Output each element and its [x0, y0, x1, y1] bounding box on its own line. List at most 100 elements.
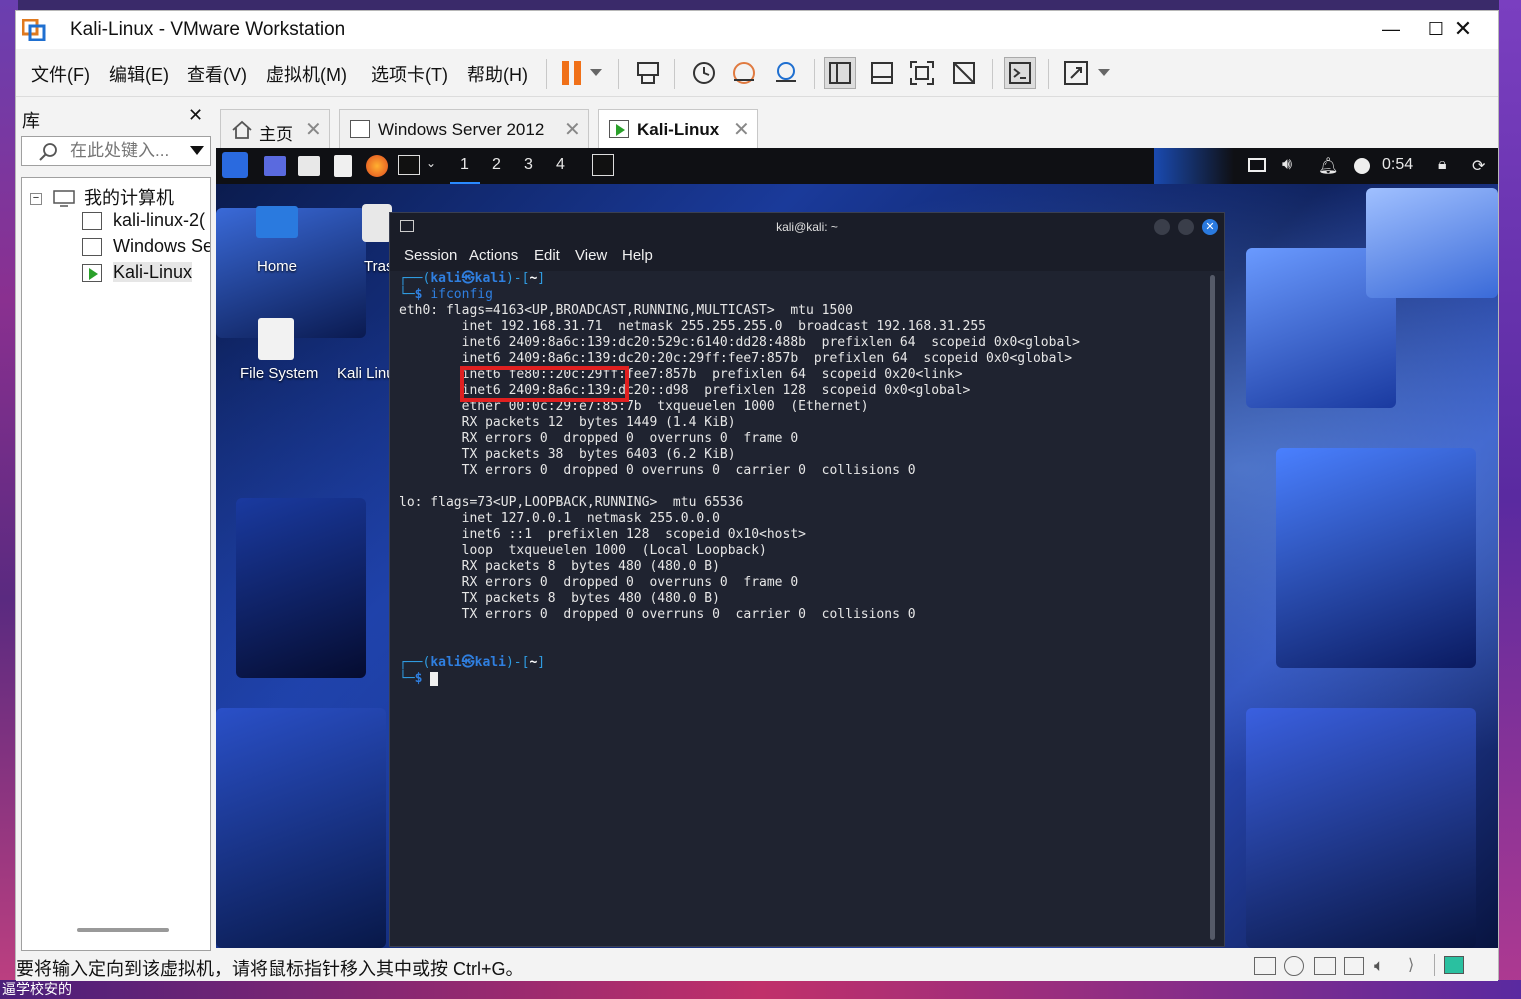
menu-file[interactable]: 文件(F): [31, 61, 90, 87]
tab-label: Kali-Linux: [637, 120, 720, 139]
message-log-icon[interactable]: [1444, 956, 1464, 974]
snapshot-icon[interactable]: [688, 57, 720, 89]
show-thumbnail-icon[interactable]: [866, 57, 898, 89]
command-line: └─$ ifconfig: [399, 287, 493, 302]
chevron-down-icon[interactable]: [190, 146, 204, 156]
wallpaper-cube: [1246, 708, 1476, 948]
wallpaper-cube: [236, 498, 366, 678]
collapse-icon[interactable]: −: [30, 193, 42, 206]
printer-icon[interactable]: [1344, 957, 1364, 975]
lock-icon[interactable]: 🔒︎: [1438, 156, 1447, 174]
menu-help[interactable]: 帮助(H): [467, 61, 528, 87]
menu-bar: 文件(F) 编辑(E) 查看(V) 虚拟机(M) 选项卡(T) 帮助(H): [16, 49, 1498, 97]
notification-bell-icon[interactable]: 🔔︎: [1318, 156, 1338, 176]
maximize-button[interactable]: [1178, 219, 1194, 235]
usb-icon[interactable]: ⟩: [1408, 955, 1414, 975]
hard-disk-icon[interactable]: [1254, 957, 1276, 975]
output-line: eth0: flags=4163<UP,BROADCAST,RUNNING,MU…: [399, 303, 853, 318]
snapshot-manager-icon[interactable]: [770, 57, 802, 89]
network-adapter-icon[interactable]: [1314, 957, 1336, 975]
workspace-3[interactable]: 3: [524, 156, 533, 174]
desktop-filesystem-label[interactable]: File System: [240, 365, 318, 382]
terminal-title-bar[interactable]: kali@kali: ~ ✕: [390, 213, 1224, 241]
close-icon[interactable]: ✕: [733, 117, 750, 142]
volume-icon[interactable]: 🔊︎: [1282, 156, 1292, 174]
console-view-icon[interactable]: [1004, 57, 1036, 89]
menu-edit[interactable]: 编辑(E): [109, 61, 169, 87]
terminal-title: kali@kali: ~: [776, 220, 838, 234]
full-screen-icon[interactable]: [906, 57, 938, 89]
tree-root[interactable]: − 我的计算机: [30, 184, 174, 210]
tab-label: 主页: [259, 125, 293, 144]
library-search-input[interactable]: [70, 141, 180, 161]
chevron-down-icon[interactable]: [1094, 57, 1114, 89]
tree-item-label: kali-linux-2(: [113, 210, 206, 230]
logout-icon[interactable]: ⟳: [1472, 156, 1485, 176]
menu-tabs[interactable]: 选项卡(T): [371, 61, 448, 87]
vm-icon: [350, 120, 370, 138]
tree-item-label: Kali-Linux: [113, 262, 193, 282]
close-button[interactable]: ✕: [1202, 219, 1218, 235]
terminal-scrollbar[interactable]: [1210, 275, 1215, 940]
terminal-menu-help[interactable]: Help: [622, 247, 653, 264]
kali-menu-icon[interactable]: [222, 152, 248, 178]
terminal-window[interactable]: kali@kali: ~ ✕ Session Actions Edit View…: [389, 212, 1225, 947]
display-icon[interactable]: [1248, 158, 1266, 172]
tree-item-windows-server[interactable]: Windows Se: [82, 236, 210, 257]
tree-item-kali-linux[interactable]: Kali-Linux: [82, 262, 210, 283]
tab-kali-linux[interactable]: Kali-Linux ✕: [598, 109, 758, 149]
toolbar-separator: [674, 59, 675, 89]
desktop-kali-label[interactable]: Kali Linu: [337, 365, 395, 382]
library-search[interactable]: [21, 136, 211, 166]
close-icon[interactable]: ✕: [564, 117, 581, 142]
trash-icon[interactable]: [362, 204, 392, 242]
tree-item-kali-linux-2[interactable]: kali-linux-2(: [82, 210, 210, 231]
show-desktop-icon[interactable]: [264, 156, 286, 176]
close-button[interactable]: ✕: [1440, 11, 1486, 47]
text-cursor: [430, 671, 439, 686]
scrollbar[interactable]: [77, 928, 169, 932]
chevron-down-icon[interactable]: [586, 57, 606, 89]
revert-snapshot-icon[interactable]: [728, 57, 760, 89]
vm-screen[interactable]: ⌄ 1 2 3 4 🔊︎ 🔔︎ 0:54 🔒︎ ⟳ Home Tras File…: [216, 148, 1498, 948]
unity-icon[interactable]: [948, 57, 980, 89]
workspace-1[interactable]: 1: [450, 152, 480, 184]
firefox-icon[interactable]: [366, 155, 388, 177]
show-library-icon[interactable]: [824, 57, 856, 89]
minimize-button[interactable]: [1154, 219, 1170, 235]
terminal-window-button[interactable]: [592, 154, 614, 176]
text-editor-icon[interactable]: [334, 155, 352, 177]
home-folder-icon[interactable]: [256, 206, 298, 238]
close-icon[interactable]: ✕: [305, 117, 322, 142]
desktop-home-label[interactable]: Home: [257, 258, 297, 275]
file-manager-icon[interactable]: [298, 156, 320, 176]
power-manager-icon[interactable]: [1354, 158, 1370, 174]
menu-vm[interactable]: 虚拟机(M): [266, 61, 347, 87]
sound-card-icon[interactable]: 🔈︎: [1374, 956, 1384, 976]
workspace-4[interactable]: 4: [556, 156, 565, 174]
terminal-icon[interactable]: [398, 155, 420, 175]
terminal-menu-view[interactable]: View: [575, 247, 607, 264]
output-line: TX errors 0 dropped 0 overruns 0 carrier…: [399, 463, 916, 478]
close-icon[interactable]: ✕: [188, 105, 203, 126]
output-line: RX errors 0 dropped 0 overruns 0 frame 0: [399, 431, 799, 446]
send-ctrl-alt-del-icon[interactable]: [632, 57, 664, 89]
terminal-menu-actions[interactable]: Actions: [469, 247, 518, 264]
wallpaper-cube: [1366, 188, 1498, 298]
output-line: inet6 2409:8a6c:139:dc20:529c:6140:dd28:…: [399, 335, 1080, 350]
status-bar: 要将输入定向到该虚拟机，请将鼠标指针移入其中或按 Ctrl+G。 🔈︎ ⟩: [16, 951, 1498, 981]
terminal-output[interactable]: ┌──(kali㉿kali)-[~] └─$ ifconfig eth0: fl…: [399, 271, 1199, 941]
cd-dvd-icon[interactable]: [1284, 956, 1304, 976]
menu-view[interactable]: 查看(V): [187, 61, 247, 87]
stretch-icon[interactable]: [1060, 57, 1092, 89]
chevron-down-icon[interactable]: ⌄: [426, 156, 436, 170]
file-system-icon[interactable]: [258, 318, 294, 360]
clock[interactable]: 0:54: [1382, 156, 1413, 174]
terminal-menu-session[interactable]: Session: [404, 247, 457, 264]
tab-windows-server[interactable]: Windows Server 2012 ✕: [339, 109, 589, 149]
pause-icon[interactable]: [556, 57, 588, 89]
terminal-menu-edit[interactable]: Edit: [534, 247, 560, 264]
workspace-2[interactable]: 2: [492, 156, 501, 174]
title-bar: Kali-Linux - VMware Workstation — ☐ ✕: [16, 11, 1498, 49]
tab-home[interactable]: 主页 ✕: [220, 109, 330, 149]
